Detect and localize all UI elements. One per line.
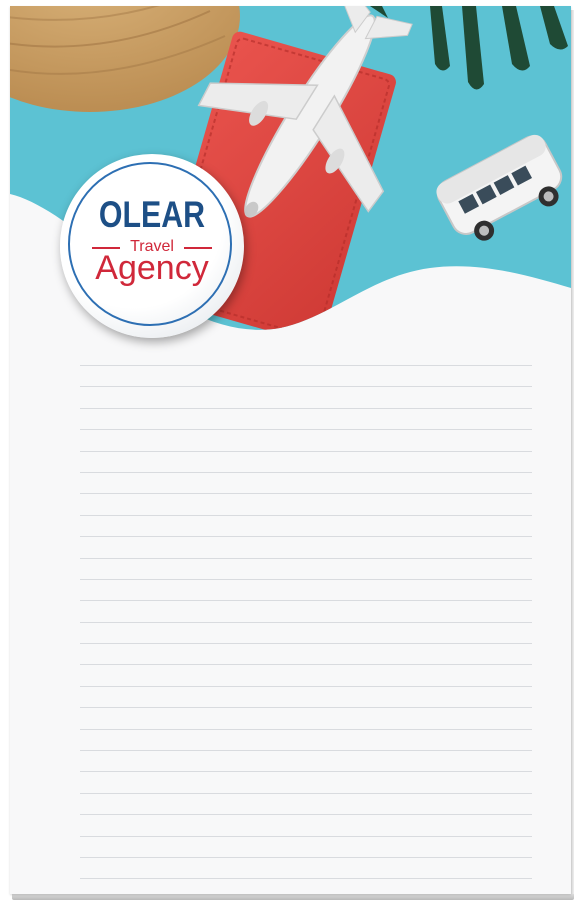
notepad-stack-bottom [12,894,574,900]
ruled-line [80,386,532,388]
ruled-line [80,750,532,752]
ruled-line [80,707,532,709]
ruled-line [80,536,532,538]
ruled-line [80,450,532,452]
ruled-line [80,643,532,645]
notepad-stack-edge [571,10,574,896]
ruled-line [80,471,532,473]
logo-agency-text: Agency [95,249,209,287]
ruled-line [80,429,532,431]
ruled-line [80,407,532,409]
ruled-line [80,856,532,858]
notepad-sheet: OLEAR Travel Agency [10,6,571,894]
logo-company-name: OLEAR [98,194,206,235]
ruled-line [80,557,532,559]
ruled-line [80,835,532,837]
ruled-line [80,600,532,602]
ruled-line [80,664,532,666]
ruled-line [80,814,532,816]
logo-badge: OLEAR Travel Agency [60,154,244,338]
ruled-line [80,578,532,580]
ruled-line [80,771,532,773]
ruled-line [80,514,532,516]
ruled-line [80,365,532,366]
ruled-line [80,621,532,623]
ruled-line [80,685,532,687]
ruled-line [80,493,532,495]
ruled-lines [80,365,532,894]
ruled-line [80,792,532,794]
notepad-page: OLEAR Travel Agency [0,0,577,904]
ruled-line [80,728,532,730]
ruled-line [80,878,532,880]
